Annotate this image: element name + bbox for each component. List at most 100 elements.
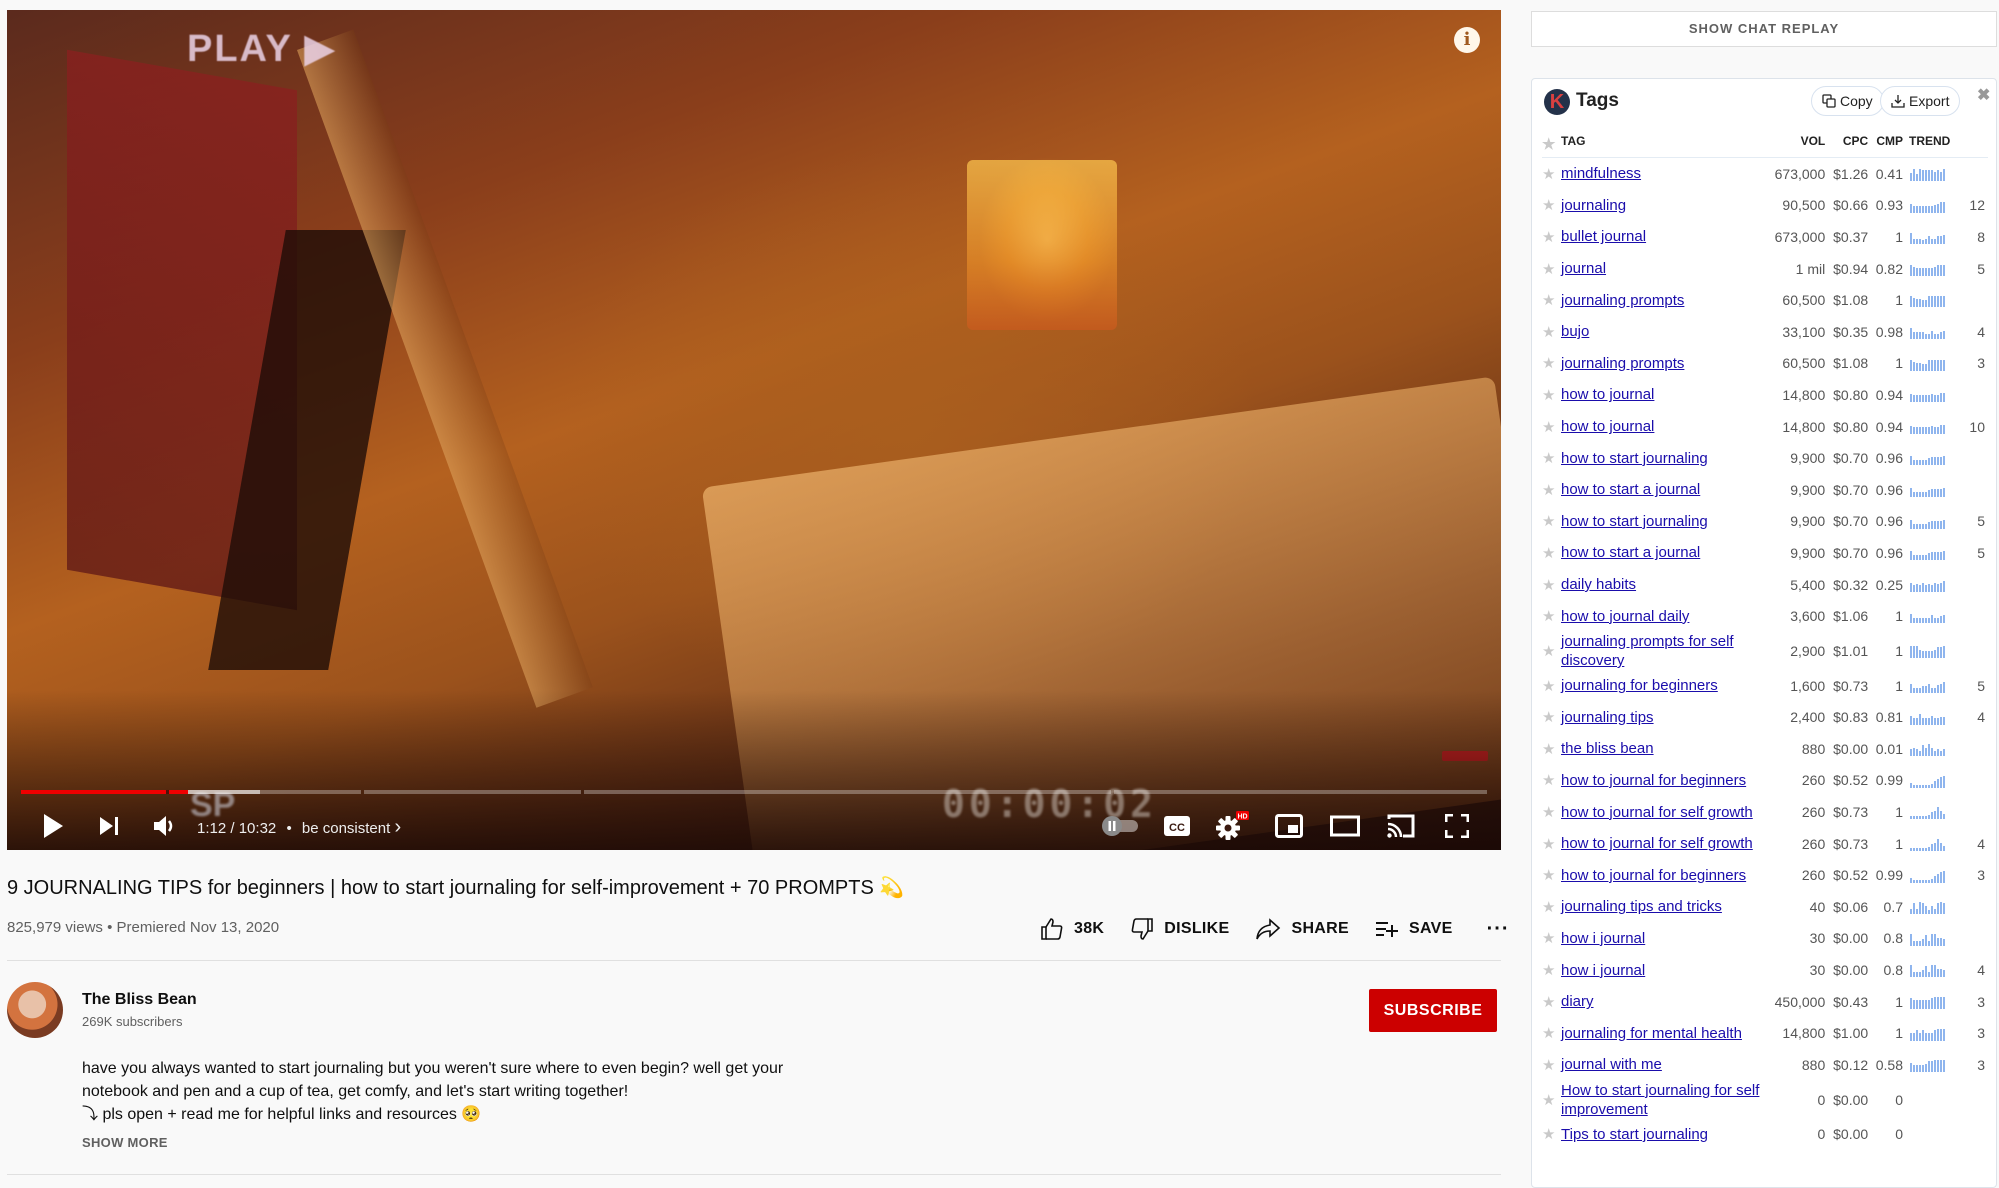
star-icon[interactable]: ★ bbox=[1542, 733, 1558, 765]
tag-link[interactable]: how to journal bbox=[1561, 386, 1654, 403]
close-icon[interactable]: ✖ bbox=[1977, 85, 1990, 105]
copy-button[interactable]: Copy bbox=[1811, 86, 1884, 116]
cast-button[interactable] bbox=[1381, 808, 1421, 844]
tag-link[interactable]: the bliss bean bbox=[1561, 740, 1654, 757]
star-icon[interactable]: ★ bbox=[1542, 796, 1558, 828]
column-header-cmp[interactable]: CMP bbox=[1871, 131, 1906, 158]
tag-link[interactable]: mindfulness bbox=[1561, 165, 1641, 182]
column-header-tag[interactable]: TAG bbox=[1558, 131, 1769, 158]
miniplayer-button[interactable] bbox=[1269, 808, 1309, 844]
star-icon[interactable]: ★ bbox=[1542, 537, 1558, 569]
star-icon[interactable]: ★ bbox=[1542, 221, 1558, 253]
tag-link[interactable]: how to journal bbox=[1561, 418, 1654, 435]
tag-link[interactable]: journaling bbox=[1561, 197, 1626, 214]
next-button[interactable] bbox=[89, 808, 129, 844]
tag-link[interactable]: how to start journaling bbox=[1561, 513, 1708, 530]
tag-link[interactable]: bullet journal bbox=[1561, 228, 1646, 245]
channel-name[interactable]: The Bliss Bean bbox=[82, 991, 197, 1009]
volume-button[interactable] bbox=[145, 808, 185, 844]
star-icon[interactable]: ★ bbox=[1542, 348, 1558, 380]
fullscreen-button[interactable] bbox=[1437, 808, 1477, 844]
star-icon[interactable]: ★ bbox=[1542, 506, 1558, 538]
star-icon[interactable]: ★ bbox=[1542, 923, 1558, 955]
star-icon[interactable]: ★ bbox=[1542, 442, 1558, 474]
tag-link[interactable]: Tips to start journaling bbox=[1561, 1126, 1708, 1143]
star-icon[interactable]: ★ bbox=[1542, 284, 1558, 316]
tag-link[interactable]: how to start journaling bbox=[1561, 450, 1708, 467]
chapter-segment[interactable] bbox=[364, 790, 581, 794]
star-icon[interactable]: ★ bbox=[1542, 1119, 1558, 1151]
tag-link[interactable]: journaling tips bbox=[1561, 709, 1654, 726]
star-icon[interactable]: ★ bbox=[1542, 474, 1558, 506]
tag-link[interactable]: how i journal bbox=[1561, 962, 1645, 979]
tag-link[interactable]: diary bbox=[1561, 993, 1594, 1010]
star-icon[interactable]: ★ bbox=[1542, 190, 1558, 222]
chapter-title[interactable]: be consistent › bbox=[302, 816, 401, 838]
theater-mode-button[interactable] bbox=[1325, 808, 1365, 844]
star-icon[interactable]: ★ bbox=[1542, 379, 1558, 411]
star-icon[interactable]: ★ bbox=[1542, 1017, 1558, 1049]
tag-link[interactable]: journaling for beginners bbox=[1561, 677, 1718, 694]
tag-link[interactable]: journal bbox=[1561, 260, 1606, 277]
star-icon[interactable]: ★ bbox=[1542, 600, 1558, 632]
tag-link[interactable]: journal with me bbox=[1561, 1056, 1662, 1073]
export-button[interactable]: Export bbox=[1880, 86, 1961, 116]
tag-link[interactable]: journaling prompts bbox=[1561, 292, 1684, 309]
tag-link[interactable]: journaling prompts bbox=[1561, 355, 1684, 372]
star-icon[interactable]: ★ bbox=[1542, 765, 1558, 797]
star-icon[interactable]: ★ bbox=[1542, 828, 1558, 860]
tag-link[interactable]: journaling prompts for self discovery bbox=[1561, 633, 1734, 669]
progress-bar[interactable] bbox=[21, 790, 1487, 794]
column-header-trend[interactable]: TREND bbox=[1906, 131, 1960, 158]
star-icon[interactable]: ★ bbox=[1542, 316, 1558, 348]
autoplay-toggle[interactable] bbox=[1099, 808, 1143, 844]
play-button[interactable] bbox=[33, 808, 73, 844]
tag-link[interactable]: journaling tips and tricks bbox=[1561, 898, 1722, 915]
star-icon[interactable]: ★ bbox=[1542, 158, 1558, 190]
star-icon[interactable]: ★ bbox=[1542, 859, 1558, 891]
info-icon[interactable]: i bbox=[1454, 27, 1480, 53]
tag-link[interactable]: how to start a journal bbox=[1561, 544, 1700, 561]
tag-link[interactable]: daily habits bbox=[1561, 576, 1636, 593]
tag-link[interactable]: how to journal daily bbox=[1561, 608, 1689, 625]
star-icon[interactable]: ★ bbox=[1542, 253, 1558, 285]
tag-link[interactable]: bujo bbox=[1561, 323, 1589, 340]
column-header-cpc[interactable]: CPC bbox=[1828, 131, 1872, 158]
captions-button[interactable]: CC bbox=[1157, 808, 1197, 844]
trend-bar bbox=[1943, 970, 1945, 978]
star-icon[interactable]: ★ bbox=[1542, 411, 1558, 443]
tag-link[interactable]: how to start a journal bbox=[1561, 481, 1700, 498]
more-actions-button[interactable]: ··· bbox=[1487, 918, 1510, 941]
like-button[interactable]: 38K bbox=[1040, 917, 1104, 941]
star-icon[interactable]: ★ bbox=[1542, 702, 1558, 734]
subscribe-button[interactable]: SUBSCRIBE bbox=[1369, 989, 1497, 1032]
tag-link[interactable]: how i journal bbox=[1561, 930, 1645, 947]
star-icon[interactable]: ★ bbox=[1542, 670, 1558, 702]
star-icon[interactable]: ★ bbox=[1542, 1049, 1558, 1081]
tag-link[interactable]: how to journal for beginners bbox=[1561, 772, 1746, 789]
star-icon[interactable]: ★ bbox=[1542, 632, 1558, 670]
video-player[interactable]: PLAY ▶ i 00:00:02 SP 1:12 / 10:32 • be c… bbox=[7, 10, 1501, 850]
trend-sparkline bbox=[1910, 996, 1945, 1009]
chapter-segment[interactable] bbox=[584, 790, 1111, 794]
settings-button[interactable]: HD bbox=[1213, 808, 1253, 844]
tag-link[interactable]: How to start journaling for self improve… bbox=[1561, 1082, 1759, 1118]
tag-link[interactable]: how to journal for self growth bbox=[1561, 804, 1753, 821]
column-header-vol[interactable]: VOL bbox=[1769, 131, 1829, 158]
dislike-button[interactable]: DISLIKE bbox=[1130, 917, 1229, 941]
star-icon[interactable]: ★ bbox=[1542, 986, 1558, 1018]
tag-link[interactable]: how to journal for beginners bbox=[1561, 867, 1746, 884]
trend-bar bbox=[1931, 457, 1933, 466]
show-more-button[interactable]: SHOW MORE bbox=[82, 1135, 168, 1150]
star-icon[interactable]: ★ bbox=[1542, 569, 1558, 601]
tag-link[interactable]: journaling for mental health bbox=[1561, 1025, 1742, 1042]
share-button[interactable]: SHARE bbox=[1255, 918, 1349, 940]
save-button[interactable]: SAVE bbox=[1375, 920, 1453, 938]
star-icon[interactable]: ★ bbox=[1542, 954, 1558, 986]
star-icon[interactable]: ★ bbox=[1542, 1081, 1558, 1119]
star-icon[interactable]: ★ bbox=[1542, 891, 1558, 923]
tag-link[interactable]: how to journal for self growth bbox=[1561, 835, 1753, 852]
channel-avatar[interactable] bbox=[7, 982, 63, 1038]
show-chat-replay-button[interactable]: SHOW CHAT REPLAY bbox=[1531, 11, 1997, 47]
chapter-segment[interactable] bbox=[1114, 790, 1487, 794]
